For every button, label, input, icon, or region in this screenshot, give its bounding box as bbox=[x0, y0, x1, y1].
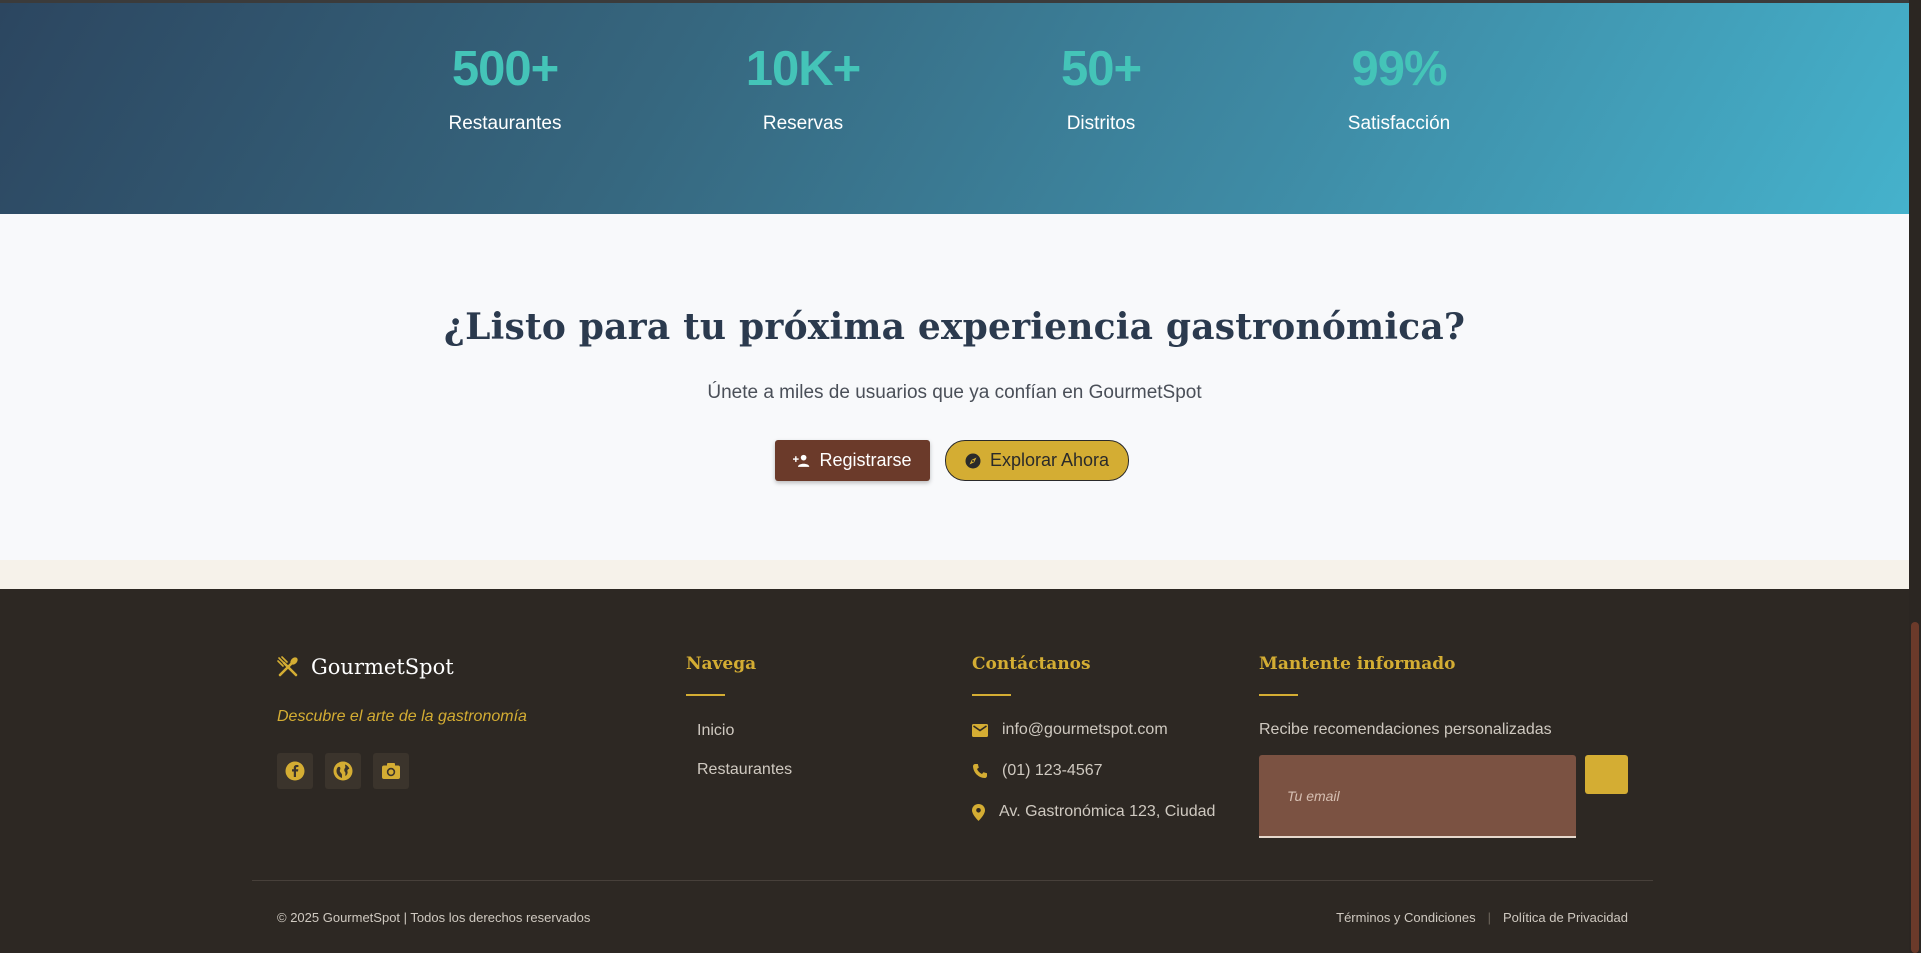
contact-heading: Contáctanos bbox=[972, 654, 1091, 674]
contact-address-text: Av. Gastronómica 123, Ciudad bbox=[999, 803, 1216, 820]
facebook-link[interactable] bbox=[277, 753, 313, 789]
stat-value: 500+ bbox=[451, 42, 559, 96]
contact-email[interactable]: info@gourmetspot.com bbox=[972, 721, 1168, 739]
privacy-link[interactable]: Política de Privacidad bbox=[1503, 910, 1628, 925]
stat-label: Restaurantes bbox=[448, 113, 562, 134]
facebook-icon bbox=[285, 761, 305, 781]
nav-heading-underline bbox=[686, 694, 725, 696]
nav-link-restaurantes[interactable]: Restaurantes bbox=[697, 761, 792, 779]
stat-value: 10K+ bbox=[745, 42, 862, 96]
newsletter-description: Recibe recomendaciones personalizadas bbox=[1259, 721, 1552, 738]
legal-separator: | bbox=[1487, 910, 1491, 925]
stat-value: 99% bbox=[1351, 42, 1447, 96]
stat-satisfaction: 99% Satisfacción bbox=[1279, 41, 1519, 135]
explore-button[interactable]: Explorar Ahora bbox=[945, 440, 1129, 481]
scrollbar-thumb[interactable] bbox=[1911, 622, 1919, 953]
mail-icon bbox=[972, 723, 988, 737]
footer: GourmetSpot Descubre el arte de la gastr… bbox=[0, 589, 1909, 953]
footer-divider bbox=[252, 880, 1653, 881]
globe-icon bbox=[333, 761, 353, 781]
camera-icon bbox=[382, 763, 400, 779]
contact-heading-underline bbox=[972, 694, 1011, 696]
stat-value: 50+ bbox=[1060, 42, 1142, 96]
social-links bbox=[277, 753, 421, 789]
stat-restaurants: 500+ Restaurantes bbox=[385, 41, 625, 135]
terms-link[interactable]: Términos y Condiciones bbox=[1336, 910, 1475, 925]
newsletter-subscribe-button[interactable] bbox=[1585, 755, 1628, 794]
stat-label: Reservas bbox=[762, 113, 844, 134]
footer-brand[interactable]: GourmetSpot bbox=[277, 655, 454, 679]
stat-label: Satisfacción bbox=[1347, 113, 1451, 134]
newsletter-email-input[interactable] bbox=[1259, 755, 1576, 838]
page-scrollbar[interactable] bbox=[1909, 0, 1921, 953]
copyright-text: © 2025 GourmetSpot | Todos los derechos … bbox=[277, 910, 591, 925]
compass-icon bbox=[965, 453, 981, 468]
website-link[interactable] bbox=[325, 753, 361, 789]
register-button[interactable]: Registrarse bbox=[775, 440, 930, 481]
add-user-icon bbox=[793, 454, 810, 467]
divider-strip bbox=[0, 560, 1909, 589]
location-pin-icon bbox=[972, 803, 985, 821]
cta-title: ¿Listo para tu próxima experiencia gastr… bbox=[443, 306, 1466, 348]
stats-section: 500+ Restaurantes 10K+ Reservas 50+ Dist… bbox=[0, 3, 1909, 214]
explore-label: Explorar Ahora bbox=[989, 450, 1110, 470]
newsletter-heading-underline bbox=[1259, 694, 1298, 696]
utensils-icon bbox=[277, 656, 298, 677]
stat-reservations: 10K+ Reservas bbox=[683, 41, 923, 135]
phone-icon bbox=[973, 764, 987, 778]
stat-label: Distritos bbox=[1066, 113, 1136, 134]
contact-address: Av. Gastronómica 123, Ciudad bbox=[972, 803, 1215, 821]
legal-links: Términos y Condiciones | Política de Pri… bbox=[1336, 910, 1628, 925]
stat-districts: 50+ Distritos bbox=[981, 41, 1221, 135]
newsletter-heading: Mantente informado bbox=[1259, 654, 1456, 674]
register-label: Registrarse bbox=[819, 450, 912, 470]
brand-name: GourmetSpot bbox=[311, 655, 454, 679]
instagram-link[interactable] bbox=[373, 753, 409, 789]
contact-phone[interactable]: (01) 123-4567 bbox=[972, 762, 1103, 780]
cta-section: ¿Listo para tu próxima experiencia gastr… bbox=[0, 214, 1909, 560]
contact-phone-text: (01) 123-4567 bbox=[1002, 762, 1103, 779]
cta-subtitle: Únete a miles de usuarios que ya confían… bbox=[707, 382, 1202, 403]
nav-heading: Navega bbox=[686, 654, 757, 674]
contact-email-text: info@gourmetspot.com bbox=[1002, 721, 1168, 738]
nav-link-inicio[interactable]: Inicio bbox=[697, 722, 734, 740]
brand-tagline: Descubre el arte de la gastronomía bbox=[277, 708, 527, 725]
